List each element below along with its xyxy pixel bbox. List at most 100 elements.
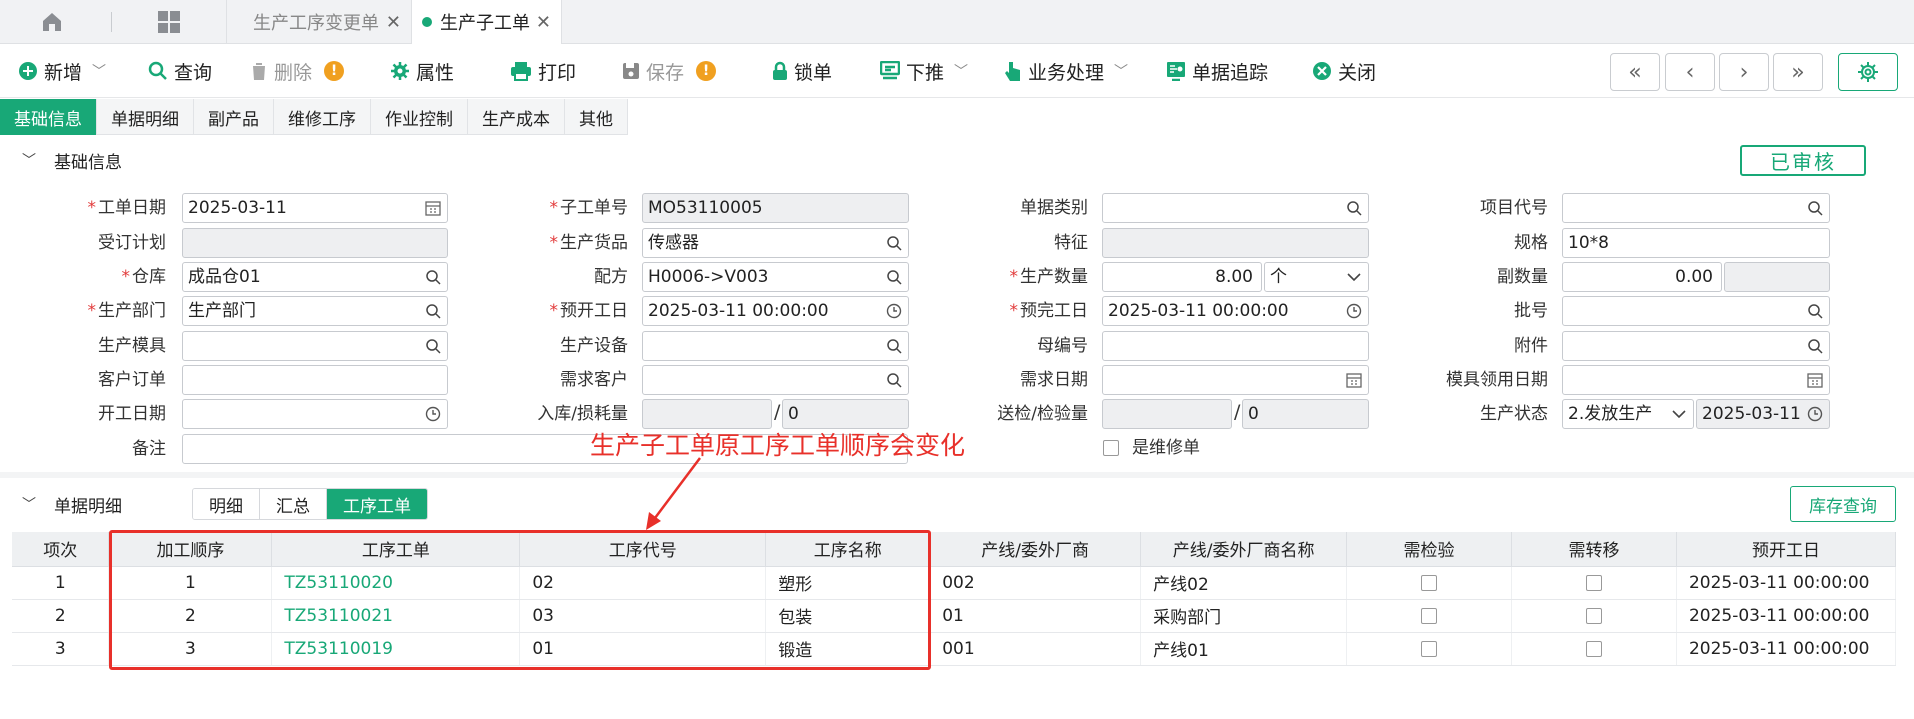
loss-qty-field[interactable]: 0 (782, 399, 909, 429)
start-date-field[interactable] (182, 399, 448, 429)
need-inspect-checkbox[interactable] (1421, 607, 1438, 624)
product-field[interactable]: 传感器 (642, 228, 909, 258)
subtab-repair[interactable]: 维修工序 (274, 99, 371, 135)
close-button[interactable]: 关闭 (1312, 58, 1376, 84)
cust-order-field[interactable] (182, 365, 448, 395)
qty-field[interactable]: 8.00 (1102, 262, 1262, 292)
parent-no-field[interactable] (1102, 331, 1369, 361)
instock-qty-field[interactable] (642, 399, 772, 429)
sub-qty-field[interactable]: 0.00 (1562, 262, 1722, 292)
plan-start-field[interactable]: 2025-03-11 00:00:00 (642, 296, 909, 326)
calendar-icon[interactable] (1346, 372, 1362, 388)
stock-query-button[interactable]: 库存查询 (1790, 486, 1896, 522)
nav-last-button[interactable]: » (1773, 53, 1823, 91)
prod-status-select[interactable]: 2.发放生产 (1562, 399, 1694, 429)
search-icon[interactable] (1346, 200, 1362, 216)
attributes-button[interactable]: 属性 (390, 58, 454, 84)
search-icon[interactable] (1807, 303, 1823, 319)
clock-icon[interactable] (1807, 406, 1823, 422)
search-icon[interactable] (425, 338, 441, 354)
print-button[interactable]: 打印 (510, 58, 576, 84)
delete-button[interactable]: 删除 ! (250, 58, 345, 84)
order-plan-field[interactable] (182, 228, 448, 258)
subtab-cost[interactable]: 生产成本 (468, 99, 565, 135)
clock-icon[interactable] (886, 303, 902, 319)
warehouse-field[interactable]: 成品仓01 (182, 262, 448, 292)
attach-field[interactable] (1562, 331, 1830, 361)
business-button[interactable]: 业务处理 ﹀ (1004, 58, 1128, 84)
search-icon[interactable] (425, 303, 441, 319)
need-inspect-checkbox[interactable] (1421, 640, 1438, 657)
batch-field[interactable] (1562, 296, 1830, 326)
nav-next-button[interactable]: › (1719, 53, 1769, 91)
query-button[interactable]: 查询 (148, 58, 212, 84)
inspect-qty-field[interactable] (1102, 399, 1232, 429)
nav-first-button[interactable]: « (1610, 53, 1660, 91)
search-icon[interactable] (886, 235, 902, 251)
need-transfer-checkbox[interactable] (1585, 574, 1602, 591)
need-transfer-checkbox[interactable] (1585, 607, 1602, 624)
chevron-down-icon[interactable]: ﹀ (22, 494, 36, 514)
checked-qty-field[interactable]: 0 (1242, 399, 1369, 429)
search-icon[interactable] (886, 372, 902, 388)
need-transfer-checkbox[interactable] (1585, 640, 1602, 657)
plan-end-field[interactable]: 2025-03-11 00:00:00 (1102, 296, 1369, 326)
col-header[interactable]: 项次 (12, 532, 110, 567)
calendar-icon[interactable] (1807, 372, 1823, 388)
search-icon[interactable] (1807, 338, 1823, 354)
view-summary-button[interactable]: 汇总 (260, 489, 327, 519)
subtab-byproduct[interactable]: 副产品 (194, 99, 274, 135)
project-field[interactable] (1562, 193, 1830, 223)
save-button[interactable]: 保存 ! (622, 58, 717, 84)
search-icon[interactable] (886, 338, 902, 354)
settings-button[interactable] (1838, 53, 1898, 91)
demand-date-field[interactable] (1102, 365, 1369, 395)
view-detail-button[interactable]: 明细 (193, 489, 260, 519)
tab-process-change[interactable]: 生产工序变更单 ✕ (226, 0, 412, 44)
home-icon[interactable] (40, 10, 64, 34)
mold-date-field[interactable] (1562, 365, 1830, 395)
nav-prev-button[interactable]: ‹ (1665, 53, 1715, 91)
close-icon[interactable]: ✕ (536, 12, 551, 33)
repair-checkbox[interactable] (1103, 440, 1119, 456)
apps-grid-icon[interactable] (158, 11, 180, 33)
tab-sub-work-order[interactable]: 生产子工单 ✕ (412, 0, 562, 44)
subtab-job-control[interactable]: 作业控制 (371, 99, 468, 135)
calendar-icon[interactable] (425, 200, 441, 216)
equipment-field[interactable] (642, 331, 909, 361)
col-header[interactable]: 产线/委外厂商 (929, 532, 1142, 567)
demand-cust-field[interactable] (642, 365, 909, 395)
chevron-down-icon[interactable]: ﹀ (22, 150, 36, 170)
push-down-button[interactable]: 下推 ﹀ (880, 58, 968, 84)
spec-field[interactable]: 10*8 (1562, 228, 1830, 258)
clock-icon[interactable] (425, 406, 441, 422)
col-header[interactable]: 预开工日 (1676, 532, 1897, 567)
prod-status-date-field[interactable]: 2025-03-11 (1696, 399, 1830, 429)
col-header[interactable]: 产线/委外厂商名称 (1140, 532, 1348, 567)
tab-bar: 生产工序变更单 ✕ 生产子工单 ✕ (0, 0, 1914, 44)
clock-icon[interactable] (1346, 303, 1362, 319)
col-header[interactable]: 需转移 (1511, 532, 1677, 567)
subtab-other[interactable]: 其他 (565, 99, 628, 135)
doc-type-field[interactable] (1102, 193, 1369, 223)
feature-field[interactable] (1102, 228, 1369, 258)
unit-select[interactable]: 个 (1264, 262, 1369, 292)
sub-no-field[interactable]: MO53110005 (642, 193, 909, 223)
recipe-field[interactable]: H0006->V003 (642, 262, 909, 292)
subtab-detail[interactable]: 单据明细 (97, 99, 194, 135)
close-icon[interactable]: ✕ (386, 12, 401, 33)
sub-unit-field[interactable] (1724, 262, 1830, 292)
trace-button[interactable]: 单据追踪 (1166, 58, 1268, 84)
mold-field[interactable] (182, 331, 448, 361)
subtab-basic[interactable]: 基础信息 (0, 99, 97, 135)
search-icon[interactable] (1807, 200, 1823, 216)
work-date-field[interactable]: 2025-03-11 (182, 193, 448, 223)
search-icon[interactable] (425, 269, 441, 285)
col-header[interactable]: 需检验 (1346, 532, 1512, 567)
need-inspect-checkbox[interactable] (1421, 574, 1438, 591)
lock-button[interactable]: 锁单 (772, 58, 832, 84)
dept-field[interactable]: 生产部门 (182, 296, 448, 326)
new-button[interactable]: 新增 ﹀ (18, 58, 106, 84)
search-icon[interactable] (886, 269, 902, 285)
view-process-order-button[interactable]: 工序工单 (327, 489, 427, 519)
